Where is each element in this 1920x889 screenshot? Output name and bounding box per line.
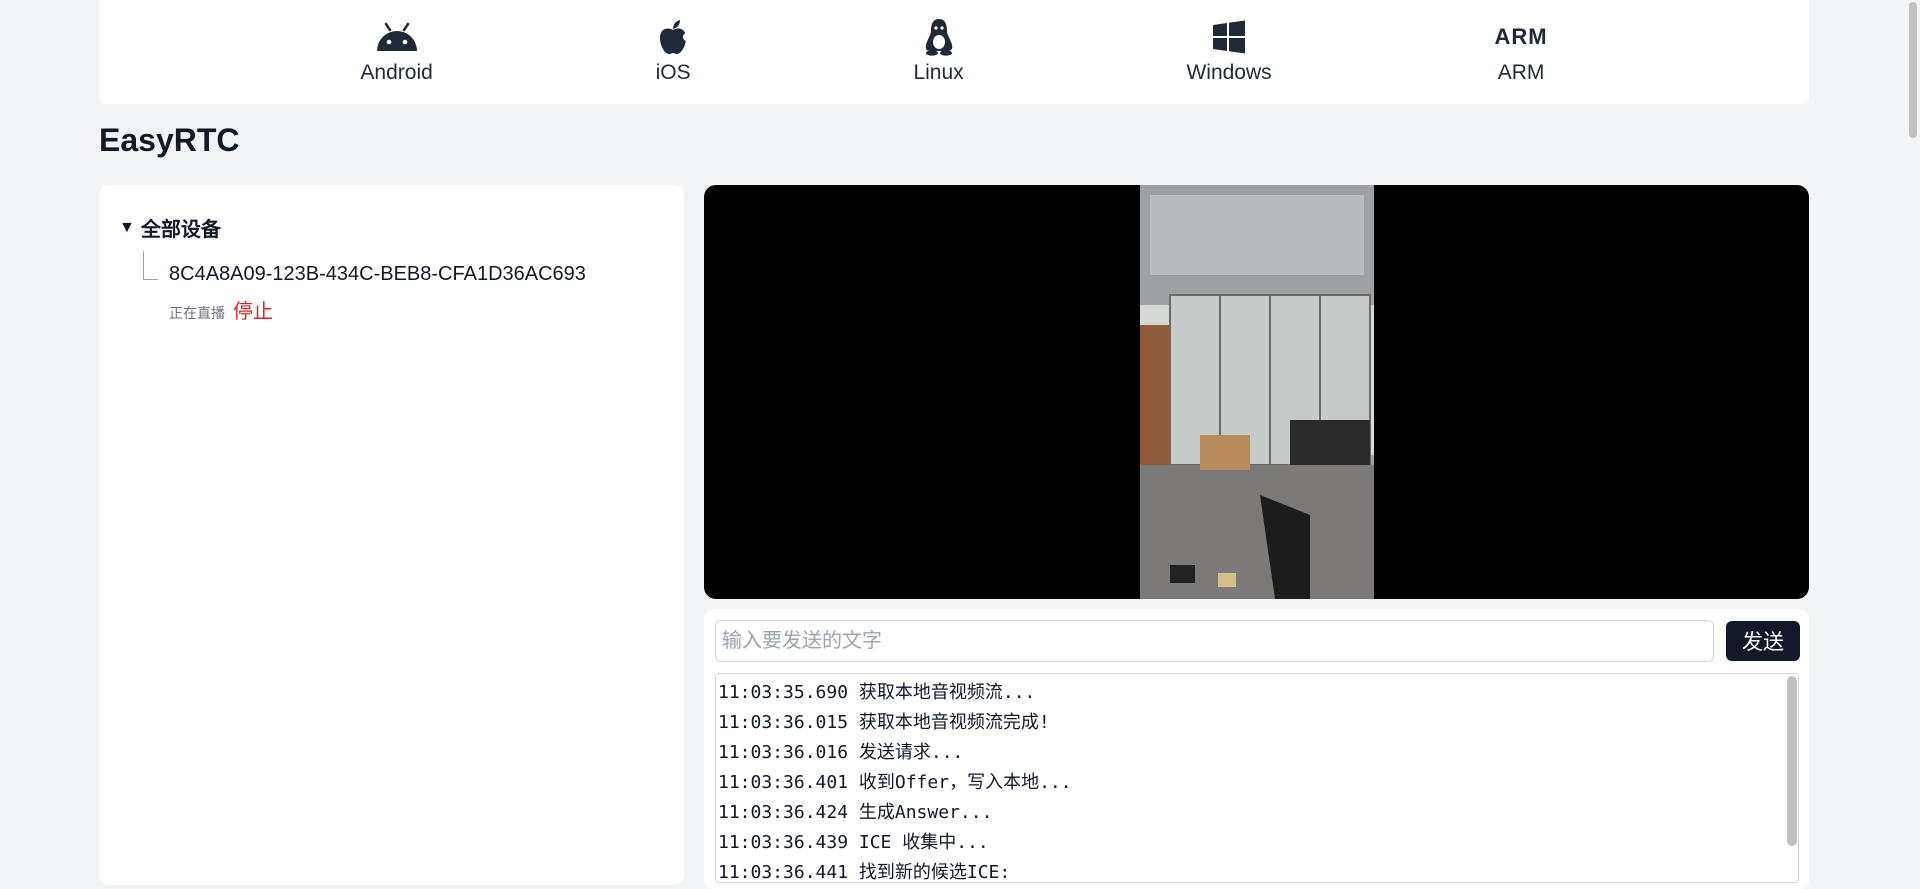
platform-label: ARM — [1497, 61, 1545, 84]
log-line: 11:03:36.016 发送请求... — [718, 742, 964, 763]
tree-connector — [143, 251, 158, 280]
stop-button[interactable]: 停止 — [233, 295, 273, 324]
platform-label: Windows — [1186, 61, 1272, 84]
platform-android[interactable]: Android — [360, 19, 433, 85]
log-line: 11:03:36.401 收到Offer，写入本地... — [718, 772, 1072, 793]
send-button[interactable]: 发送 — [1726, 621, 1800, 661]
log-line: 11:03:35.690 获取本地音视频流... — [718, 682, 1036, 703]
log-scrollbar[interactable] — [1787, 676, 1797, 846]
log-list: 11:03:35.690 获取本地音视频流... 11:03:36.015 获取… — [716, 674, 1798, 883]
video-player[interactable] — [704, 185, 1809, 599]
platform-linux[interactable]: Linux — [913, 19, 964, 85]
video-scene — [1140, 185, 1374, 599]
device-panel: ▼ 全部设备 8C4A8A09-123B-434C-BEB8-CFA1D36AC… — [99, 185, 684, 885]
platform-ios[interactable]: iOS — [656, 19, 691, 85]
chat-panel: 发送 11:03:35.690 获取本地音视频流... 11:03:36.015… — [704, 609, 1809, 889]
log-line: 11:03:36.015 获取本地音视频流完成! — [718, 712, 1050, 733]
platform-label: Android — [360, 61, 433, 84]
platform-label: iOS — [655, 61, 691, 84]
device-status-row: 正在直播 停止 — [169, 295, 273, 324]
log-line: 11:03:36.439 ICE 收集中... — [718, 832, 989, 853]
log-area[interactable]: 11:03:35.690 获取本地音视频流... 11:03:36.015 获取… — [715, 673, 1799, 883]
device-group-toggle[interactable]: ▼ 全部设备 — [119, 213, 221, 242]
video-frame — [1140, 185, 1374, 599]
live-status-text: 正在直播 — [169, 305, 225, 321]
device-group-label: 全部设备 — [140, 219, 221, 241]
windows-icon — [1212, 19, 1246, 55]
arm-logo-text: ARM — [1494, 24, 1548, 49]
apple-icon — [657, 19, 690, 55]
device-item[interactable]: 8C4A8A09-123B-434C-BEB8-CFA1D36AC693 — [169, 263, 586, 286]
page-title: EasyRTC — [99, 122, 240, 158]
linux-penguin-icon — [923, 19, 955, 56]
arm-icon: ARM — [1494, 19, 1547, 55]
caret-down-icon: ▼ — [119, 218, 135, 236]
page-scrollbar[interactable] — [1906, 0, 1920, 869]
platform-label: Linux — [913, 61, 964, 84]
platform-arm[interactable]: ARM ARM — [1494, 19, 1547, 85]
log-line: 11:03:36.441 找到新的候选ICE: — [718, 862, 1011, 883]
message-input[interactable] — [715, 620, 1714, 662]
page-scrollbar-thumb[interactable] — [1909, 2, 1917, 138]
platform-bar: Android iOS Linux Windows ARM ARM — [99, 0, 1809, 104]
platform-windows[interactable]: Windows — [1186, 19, 1272, 85]
log-line: 11:03:36.424 生成Answer... — [718, 802, 993, 823]
android-icon — [375, 19, 419, 55]
